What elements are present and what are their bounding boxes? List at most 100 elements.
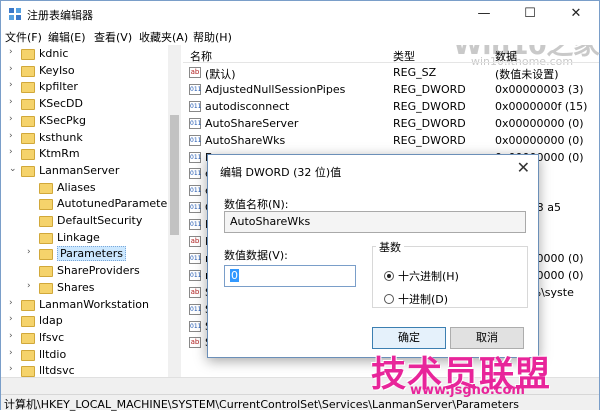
value-type: REG_DWORD [393, 133, 466, 147]
tree-item-label: KtmRm [39, 147, 80, 161]
expand-chevron-icon[interactable]: › [9, 114, 13, 124]
tree-item-label: LanmanServer [39, 163, 120, 177]
tree-item[interactable]: ⌄ LanmanServer [1, 163, 171, 180]
string-value-icon: ab [189, 236, 201, 247]
expand-chevron-icon[interactable]: › [9, 47, 13, 57]
maximize-button[interactable]: ☐ [507, 1, 553, 27]
binary-value-icon: 011 [189, 320, 202, 332]
tree-item[interactable]: › KSecPkg [1, 113, 171, 130]
tree-item[interactable]: Linkage [1, 230, 171, 247]
binary-value-icon: 011 [189, 134, 202, 146]
base-label: 基数 [376, 239, 404, 255]
expand-chevron-icon[interactable]: › [9, 364, 13, 374]
folder-icon [21, 299, 35, 311]
tree-item[interactable]: › KSecDD [1, 96, 171, 113]
expand-chevron-icon[interactable]: › [9, 348, 13, 358]
tree-item-label: LanmanWorkstation [39, 297, 149, 311]
tree-item[interactable]: › Parameters [1, 246, 171, 263]
folder-icon [39, 249, 53, 261]
column-header-name[interactable]: 名称 [190, 48, 212, 64]
menu-favorites[interactable]: 收藏夹(A) [139, 29, 188, 45]
menu-view[interactable]: 查看(V) [94, 29, 132, 45]
binary-value-icon: 011 [189, 252, 202, 264]
tree-scroll-thumb[interactable] [170, 115, 179, 235]
menu-file[interactable]: 文件(F) [5, 29, 42, 45]
tree-scrollbar[interactable] [168, 45, 181, 377]
tree-item-label: lfsvc [39, 330, 65, 344]
tree-item[interactable]: › lfsvc [1, 330, 171, 347]
tree-item[interactable]: › ldap [1, 313, 171, 330]
folder-icon [21, 82, 35, 94]
value-type: REG_DWORD [393, 116, 466, 130]
tree-item-label: kpfilter [39, 80, 78, 94]
binary-value-icon: 011 [189, 303, 202, 315]
close-button[interactable]: ✕ [553, 1, 599, 27]
expand-chevron-icon[interactable]: › [9, 131, 13, 141]
tree-item-label: ShareProviders [57, 264, 140, 278]
expand-chevron-icon[interactable]: › [9, 80, 13, 90]
tree-item[interactable]: › kdnic [1, 46, 171, 63]
tree-item-label: kdnic [39, 47, 69, 60]
expand-chevron-icon[interactable]: › [9, 64, 13, 74]
value-type: REG_DWORD [393, 82, 466, 96]
menu-bar: 文件(F) 编辑(E) 查看(V) 收藏夹(A) 帮助(H) [1, 27, 599, 45]
radio-hexadecimal[interactable]: 十六进制(H) [384, 268, 459, 284]
folder-icon [21, 316, 35, 328]
tree-item[interactable]: › lltdsvc [1, 363, 171, 377]
tree-item[interactable]: AutotunedParameters [1, 196, 178, 213]
tree-item[interactable]: Aliases [1, 180, 171, 197]
expand-chevron-icon[interactable]: › [9, 331, 13, 341]
value-row[interactable]: 011 AutoShareServer REG_DWORD 0x00000000 (0… [183, 115, 599, 132]
tree-item-label: lltdsvc [39, 364, 75, 377]
tree-item-label: KSecDD [39, 97, 83, 111]
tree-item[interactable]: ShareProviders [1, 263, 171, 280]
expand-chevron-icon[interactable]: › [9, 97, 13, 107]
menu-edit[interactable]: 编辑(E) [48, 29, 86, 45]
expand-chevron-icon[interactable]: › [9, 314, 13, 324]
title-bar[interactable]: 注册表编辑器 Win10之家 — ☐ ✕ [1, 1, 600, 61]
binary-value-icon: 011 [189, 83, 202, 95]
minimize-button[interactable]: — [461, 1, 507, 27]
expand-chevron-icon[interactable]: › [9, 147, 13, 157]
tree-item[interactable]: › ksthunk [1, 130, 171, 147]
dialog-close-button[interactable]: ✕ [517, 158, 530, 177]
radio-decimal[interactable]: 十进制(D) [384, 291, 448, 307]
tree-item-label: ksthunk [39, 130, 83, 144]
string-value-icon: ab [189, 337, 201, 349]
folder-icon [39, 199, 53, 211]
value-data: 0x00000000 (0) [495, 116, 584, 130]
value-name-label: 数值名称(N): [224, 198, 289, 211]
folder-icon [21, 49, 35, 60]
binary-value-icon: 011 [189, 219, 202, 231]
column-header-type[interactable]: 类型 [393, 48, 415, 64]
value-data: (数值未设置) [495, 68, 559, 81]
value-row[interactable]: 011 AdjustedNullSessionPipes REG_DWORD 0x00… [183, 81, 599, 98]
folder-icon [39, 182, 53, 194]
tree-item[interactable]: › LanmanWorkstation [1, 297, 171, 314]
collapse-chevron-icon[interactable]: ⌄ [9, 164, 17, 174]
registry-tree[interactable]: › kdnic › KeyIso › kpfilter › KSecDD › KSecPkg › ks… [1, 45, 181, 377]
value-row[interactable]: ab (默认) REG_SZ (数值未设置) [183, 64, 599, 81]
value-row[interactable]: 011 autodisconnect REG_DWORD 0x0000000f (15… [183, 98, 599, 115]
folder-icon [21, 165, 35, 177]
tree-item[interactable]: › KeyIso [1, 63, 171, 80]
tree-item-label: lltdio [39, 347, 67, 361]
expand-chevron-icon[interactable]: › [27, 247, 31, 257]
edit-dword-dialog: 编辑 DWORD (32 位)值 ✕ 数值名称(N): AutoShareWks… [207, 154, 539, 358]
column-header-data[interactable]: 数据 [495, 48, 517, 64]
tree-item-label: ldap [39, 314, 63, 328]
value-row[interactable]: 011 AutoShareWks REG_DWORD 0x00000000 (0) [183, 132, 599, 149]
tree-item[interactable]: › kpfilter [1, 79, 171, 96]
value-name: AutoShareServer [205, 116, 299, 130]
expand-chevron-icon[interactable]: › [9, 298, 13, 308]
tree-item[interactable]: DefaultSecurity [1, 213, 171, 230]
expand-chevron-icon[interactable]: › [27, 281, 31, 291]
menu-help[interactable]: 帮助(H) [193, 29, 232, 45]
tree-item[interactable]: › Shares [1, 280, 171, 297]
tree-item[interactable]: › lltdio [1, 347, 171, 364]
folder-icon [39, 282, 53, 294]
tree-item[interactable]: › KtmRm [1, 146, 171, 163]
folder-icon [39, 216, 53, 227]
folder-icon [21, 65, 35, 77]
value-data-input[interactable]: 0 [224, 265, 356, 287]
